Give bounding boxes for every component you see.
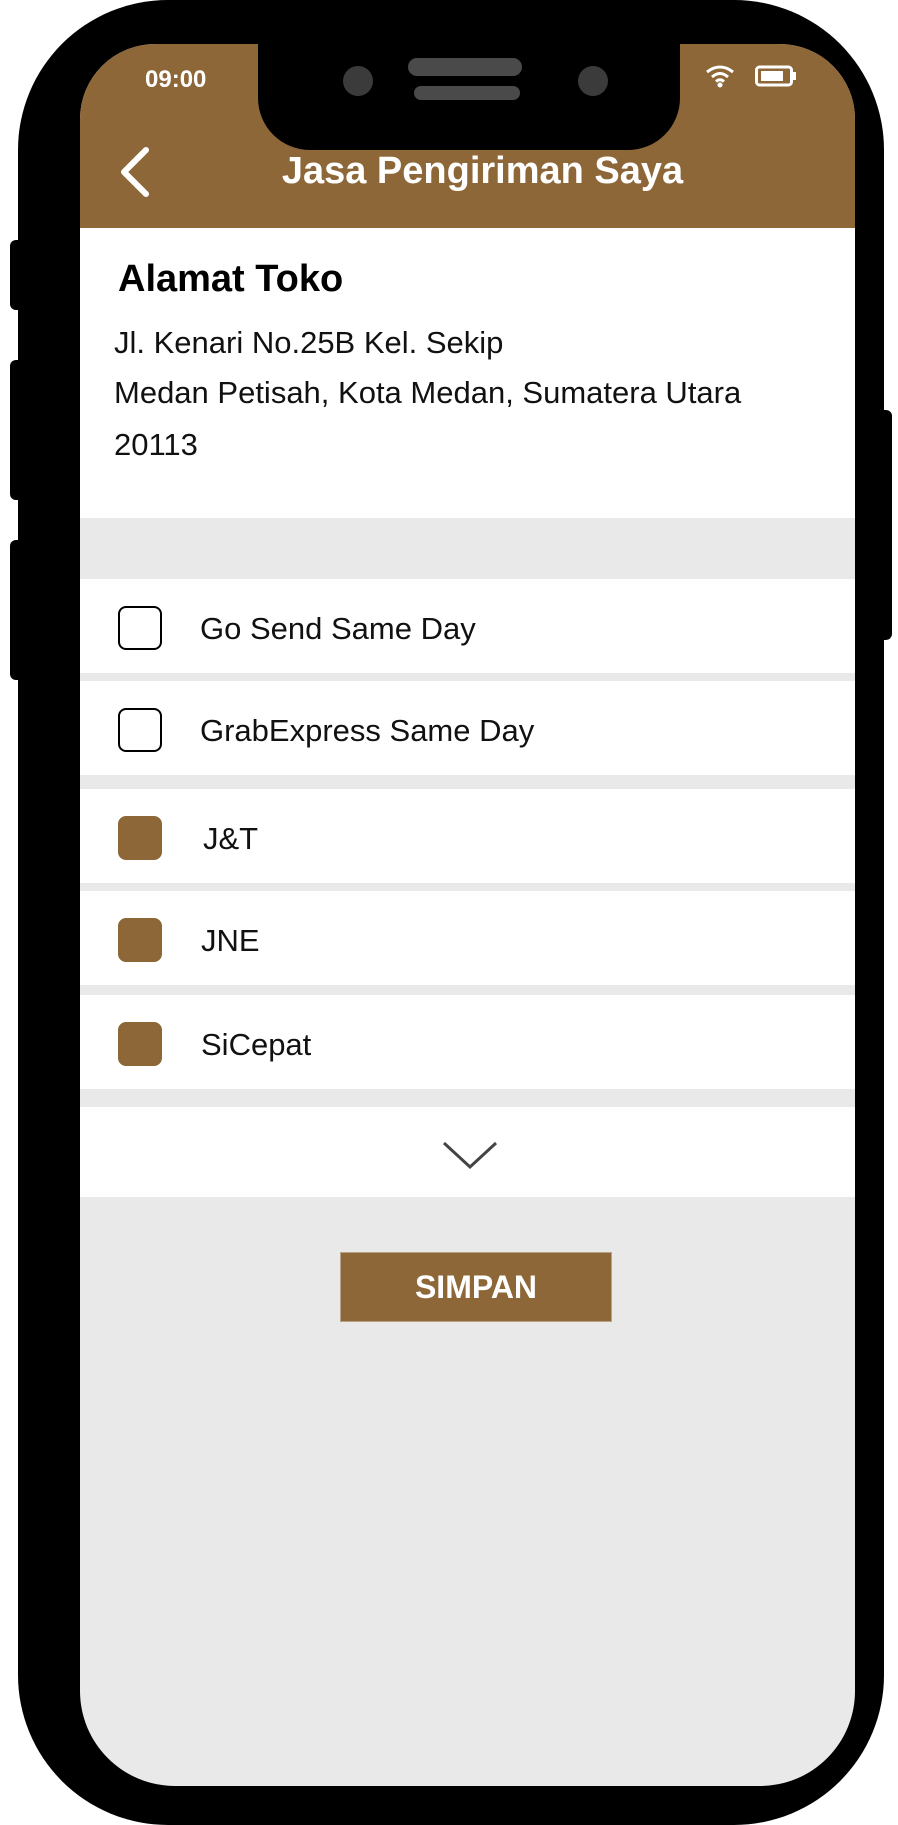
status-time: 09:00 <box>145 66 207 93</box>
show-more-row[interactable] <box>80 1107 855 1197</box>
courier-option-jne[interactable]: JNE <box>80 891 855 985</box>
address-line: Medan Petisah, Kota Medan, Sumatera Utar… <box>114 375 742 410</box>
battery-icon <box>755 65 796 87</box>
checkbox[interactable] <box>118 1022 162 1066</box>
checkbox[interactable] <box>118 918 162 962</box>
speaker-icon <box>414 86 520 100</box>
courier-option-sicepat[interactable]: SiCepat <box>80 995 855 1089</box>
page-title: Jasa Pengiriman Saya <box>281 150 684 192</box>
side-button-volume-down <box>10 540 24 680</box>
side-button-mute <box>10 240 24 310</box>
courier-option-grabexpress[interactable]: GrabExpress Same Day <box>80 681 855 775</box>
address-card: Alamat Toko Jl. Kenari No.25B Kel. Sekip… <box>80 228 855 518</box>
save-button[interactable]: SIMPAN <box>340 1252 612 1322</box>
app-header: 09:00 Jasa Pengiriman Saya <box>80 44 855 228</box>
chevron-down-icon[interactable] <box>440 1139 500 1171</box>
screen: 09:00 Jasa Pengiriman Saya Alamat Toko J… <box>80 44 855 1786</box>
status-icons <box>705 64 797 88</box>
courier-label: SiCepat <box>201 1027 312 1062</box>
camera-icon <box>578 66 608 96</box>
address-line: 20113 <box>114 427 198 462</box>
courier-label: GrabExpress Same Day <box>200 713 535 748</box>
address-line: Jl. Kenari No.25B Kel. Sekip <box>114 325 504 360</box>
checkbox[interactable] <box>118 708 162 752</box>
courier-label: JNE <box>201 923 260 958</box>
checkbox[interactable] <box>118 606 162 650</box>
courier-option-gosend[interactable]: Go Send Same Day <box>80 579 855 673</box>
side-button-volume-up <box>10 360 24 500</box>
speaker-icon <box>408 58 522 76</box>
address-heading: Alamat Toko <box>118 258 344 300</box>
checkbox[interactable] <box>118 816 162 860</box>
wifi-icon <box>706 65 734 88</box>
courier-label: J&T <box>203 821 259 856</box>
phone-frame: 09:00 Jasa Pengiriman Saya Alamat Toko J… <box>10 0 892 1825</box>
courier-label: Go Send Same Day <box>200 611 476 646</box>
side-button-power <box>878 410 892 640</box>
camera-icon <box>343 66 373 96</box>
notch <box>258 44 680 150</box>
courier-option-jnt[interactable]: J&T <box>80 789 855 883</box>
